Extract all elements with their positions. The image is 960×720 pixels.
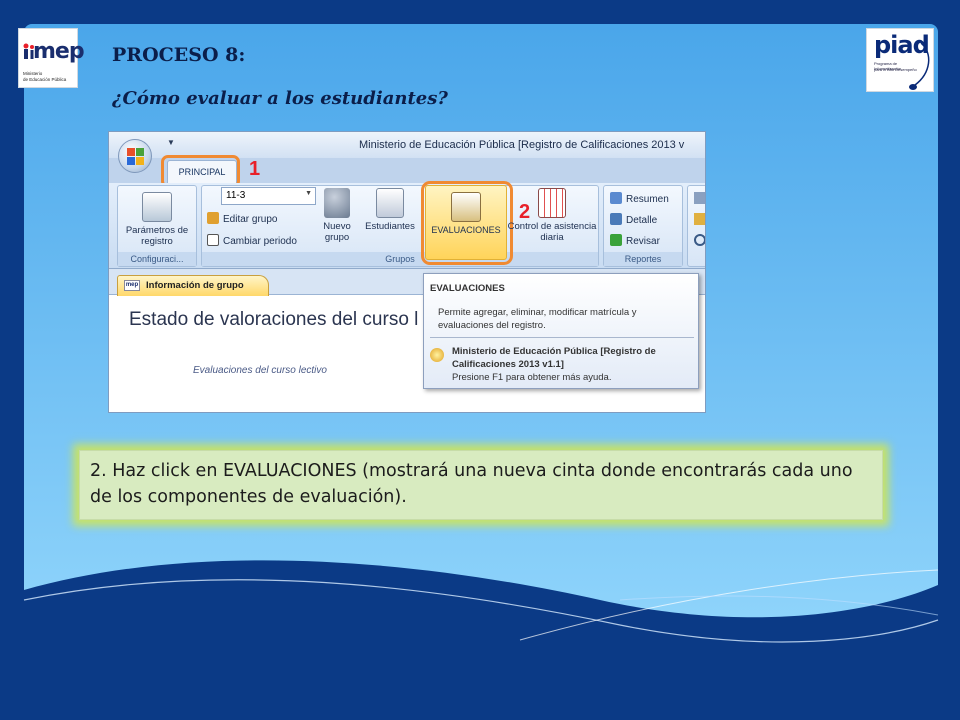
tab-informacion-grupo-label: Información de grupo [146, 280, 244, 291]
nuevo-grupo-label: Nuevo grupo [323, 221, 351, 243]
cambiar-periodo-button[interactable]: Cambiar periodo [207, 234, 297, 247]
attendance-calendar-icon [538, 188, 566, 218]
estudiantes-label: Estudiantes [365, 221, 415, 232]
tooltip-title: EVALUACIONES [430, 283, 505, 294]
help-gear-icon [430, 348, 444, 362]
window-title: Ministerio de Educación Pública [Registr… [359, 139, 685, 151]
office-button[interactable] [118, 139, 152, 173]
quick-access-dropdown-icon[interactable]: ▼ [167, 138, 175, 147]
slide-title: PROCESO 8: [112, 44, 246, 66]
mep-tab-icon: mep [124, 280, 140, 291]
slide-subtitle: ¿Cómo evaluar a los estudiantes? [112, 88, 448, 109]
group-label-configuracion: Configuraci... [118, 252, 196, 266]
resumen-label: Resumen [626, 194, 669, 205]
mep-logo-line1: Ministerio [23, 71, 43, 76]
grupo-select[interactable]: 11-3 ▼ [221, 187, 316, 205]
group-reportes: Resumen Detalle Revisar Reportes [603, 185, 683, 267]
new-group-icon [324, 188, 350, 218]
step-marker-2: 2 [519, 201, 531, 223]
group-label-reportes: Reportes [604, 252, 682, 266]
tools-icon[interactable] [694, 192, 705, 204]
document-heading: Estado de valoraciones del curso l [129, 309, 419, 330]
review-icon [610, 234, 622, 246]
resumen-button[interactable]: Resumen [610, 192, 669, 205]
instruction-caption: 2. Haz click en EVALUACIONES (mostrará u… [79, 450, 883, 520]
group-label-grupos: Grupos [202, 252, 598, 266]
group-configuracion: Parámetros de registro Configuraci... [117, 185, 197, 267]
revisar-label: Revisar [626, 236, 660, 247]
mep-logo-word: mep [33, 39, 85, 64]
detalle-label: Detalle [626, 215, 658, 226]
detail-icon [610, 213, 622, 225]
group-partial [687, 185, 705, 267]
mouse-cable-icon [909, 42, 930, 90]
evaluaciones-tooltip: EVALUACIONES Permite agregar, eliminar, … [423, 273, 699, 389]
tab-informacion-grupo[interactable]: mep Información de grupo [117, 275, 269, 296]
tooltip-divider [430, 337, 694, 338]
editar-grupo-label: Editar grupo [223, 214, 278, 225]
nuevo-grupo-button[interactable]: Nuevo grupo [315, 188, 359, 243]
tooltip-help-title: Ministerio de Educación Pública [Registr… [452, 346, 656, 370]
parametros-registro-label: Parámetros de registro [125, 225, 189, 247]
mep-logo-line2: de Educación Pública [23, 77, 67, 82]
step-marker-1: 1 [249, 158, 261, 180]
revisar-button[interactable]: Revisar [610, 234, 660, 247]
registry-params-icon [142, 192, 172, 222]
summary-icon [610, 192, 622, 204]
editar-grupo-button[interactable]: Editar grupo [207, 212, 277, 225]
students-icon [376, 188, 404, 218]
piad-logo: piad Programa de Informatización para el… [866, 28, 934, 92]
tooltip-help-hint: Presione F1 para obtener más ayuda. [452, 372, 612, 383]
detalle-button[interactable]: Detalle [610, 213, 657, 226]
highlight-evaluaciones [421, 181, 513, 265]
folder-icon[interactable] [694, 213, 705, 225]
chevron-down-icon: ▼ [305, 190, 312, 197]
refresh-icon[interactable] [694, 234, 705, 246]
cambiar-periodo-label: Cambiar periodo [223, 236, 297, 247]
estudiantes-button[interactable]: Estudiantes [359, 188, 421, 232]
parametros-registro-button[interactable]: Parámetros de registro [122, 192, 192, 247]
grupo-select-value: 11-3 [226, 190, 246, 201]
mep-logo: mep Ministerio de Educación Pública [18, 28, 85, 88]
control-asistencia-label: Control de asistencia diaria [507, 221, 597, 243]
edit-group-icon [207, 212, 219, 224]
calendar-icon [207, 234, 219, 246]
tooltip-description: Permite agregar, eliminar, modificar mat… [438, 307, 637, 331]
evaluaciones-curso-label: Evaluaciones del curso lectivo [193, 365, 327, 376]
